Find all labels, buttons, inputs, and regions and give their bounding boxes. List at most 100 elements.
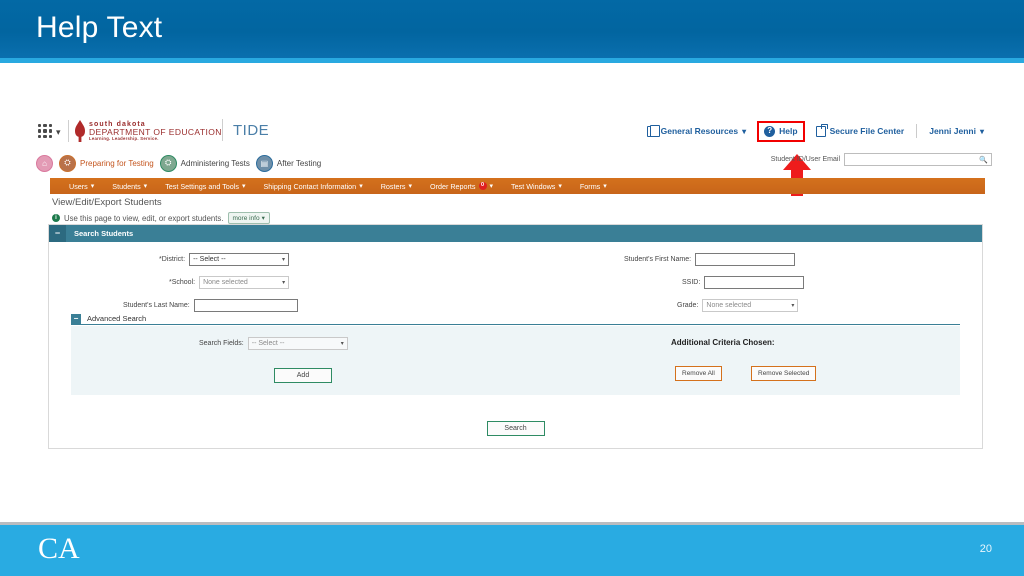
search-fields-select-value: -- Select -- [251,340,285,347]
field-search-fields: Search Fields: -- Select -- ▾ [199,337,348,350]
chevron-down-icon: ▾ [791,303,795,309]
field-grade-label: Grade: [677,302,699,309]
top-navigation: General Resources ▾ ? Help Secure File C… [639,120,992,142]
nav-user-menu[interactable]: Jenni Jenni ▾ [921,124,992,138]
menu-item-students-label: Students [112,181,141,191]
chevron-down-icon: ▾ [241,183,246,190]
student-lookup-input[interactable]: 🔍 [844,153,992,166]
last-name-input[interactable] [193,299,298,312]
menu-item-shipping-label: Shipping Contact Information [263,181,357,191]
page-title: Help Text [36,11,163,44]
more-info-button[interactable]: more info ▾ [227,212,270,224]
field-last-name: Student's Last Name: [123,299,298,312]
search-students-panel-title: Search Students [74,229,134,238]
search-button-row: Search [49,421,982,436]
field-first-name: Student's First Name: [624,253,796,266]
tasknav-after-testing-label: After Testing [276,158,322,168]
remove-selected-button[interactable]: Remove Selected [751,366,817,381]
advanced-search-body: Search Fields: -- Select -- ▾ Add Additi… [71,326,960,395]
menu-item-test-settings-label: Test Settings and Tools [165,181,239,191]
chevron-down-icon: ▾ [979,126,984,136]
chevron-down-icon: ▾ [90,183,95,190]
advanced-search-section: − Advanced Search Search Fields: -- Sele… [71,313,960,395]
help-circle-icon: ? [764,125,776,137]
district-select[interactable]: -- Select -- ▾ [189,253,290,266]
field-school: *School: None selected ▾ [169,276,290,289]
district-select-value: -- Select -- [193,256,226,263]
remove-all-button[interactable]: Remove All [675,366,722,381]
school-select[interactable]: None selected ▾ [199,276,290,289]
menu-item-users[interactable]: Users ▾ [60,182,103,191]
chevron-down-icon: ▾ [558,183,562,190]
menu-item-test-windows[interactable]: Test Windows ▾ [502,182,571,191]
add-button[interactable]: Add [274,368,332,383]
tasknav-administering-label: Administering Tests [180,158,250,168]
header-accent-rule [0,58,1024,63]
student-lookup-label: Student ID/User Email [770,156,840,163]
tasknav-administering-tests[interactable]: ⛭ Administering Tests [159,154,250,172]
secure-file-icon [815,123,828,137]
ca-logo: CA [38,532,80,565]
menu-item-order-reports[interactable]: Order Reports 0 ▾ [421,182,502,191]
nav-help-highlight: ? Help [757,120,805,142]
collapse-toggle-icon[interactable]: − [49,225,66,242]
divider [222,119,223,141]
grade-select[interactable]: None selected ▾ [702,299,799,312]
logo-line-tagline: Learning. Leadership. Service. [89,135,159,141]
nav-general-resources[interactable]: General Resources ▾ [639,124,755,139]
menu-item-users-label: Users [69,181,88,191]
slide-root: Help Text ▾ south dakota DEPARTMENT OF E… [0,0,1024,576]
after-testing-icon: ▤ [255,154,273,172]
tasknav-preparing-label: Preparing for Testing [80,158,154,168]
slide-page-number: 20 [979,543,992,555]
advanced-collapse-toggle-icon[interactable]: − [71,313,81,324]
menu-item-forms[interactable]: Forms ▾ [571,182,616,191]
chevron-down-icon: ▾ [359,183,363,190]
order-reports-badge: 0 [478,182,487,190]
tasknav-after-testing[interactable]: ▤ After Testing [255,154,322,172]
tasknav-home[interactable]: ⌂ [36,154,53,172]
field-ssid-label: SSID: [682,279,701,286]
more-info-label: more info [232,214,260,222]
field-first-name-label: Student's First Name: [624,256,692,263]
info-icon: i [52,214,60,222]
tide-application-screenshot: ▾ south dakota DEPARTMENT OF EDUCATION L… [30,112,992,462]
tasknav-preparing-for-testing[interactable]: ⛭ Preparing for Testing [59,154,154,172]
magnifier-icon: 🔍 [979,157,988,164]
app-top-bar: ▾ south dakota DEPARTMENT OF EDUCATION L… [30,112,992,150]
search-fields-select[interactable]: -- Select -- ▾ [247,337,348,350]
chevron-down-icon: ▾ [408,183,412,190]
administer-icon: ⛭ [159,154,177,172]
nav-secure-file-center-label: Secure File Center [829,126,905,136]
menu-item-test-settings-and-tools[interactable]: Test Settings and Tools ▾ [156,182,254,191]
content-page-title: View/Edit/Export Students [52,197,162,208]
menu-item-order-reports-label: Order Reports [429,181,476,191]
field-search-fields-label: Search Fields: [199,340,244,347]
nav-secure-file-center[interactable]: Secure File Center [808,123,913,139]
flame-icon [74,119,86,143]
menu-item-rosters-label: Rosters [380,181,406,191]
menu-item-students[interactable]: Students ▾ [103,182,156,191]
first-name-input[interactable] [695,253,796,266]
nav-general-resources-label: General Resources [660,126,739,136]
main-menu-bar: Users ▾ Students ▾ Test Settings and Too… [50,178,985,194]
chevron-down-icon: ▾ [489,183,494,190]
app-grid-icon[interactable] [38,124,52,138]
ssid-input[interactable] [704,276,805,289]
home-icon: ⌂ [36,154,53,172]
search-fields-top: *District: -- Select -- ▾ *School: None … [49,242,982,312]
document-icon [646,124,660,137]
chevron-down-icon[interactable]: ▾ [56,127,61,138]
school-select-value: None selected [203,279,248,286]
menu-item-rosters[interactable]: Rosters ▾ [372,182,421,191]
field-ssid: SSID: [682,276,805,289]
slide-footer: CA 20 [0,525,1024,576]
chevron-down-icon: ▾ [143,183,148,190]
additional-criteria-title: Additional Criteria Chosen: [671,338,775,347]
field-last-name-label: Student's Last Name: [123,302,190,309]
student-lookup: Student ID/User Email 🔍 [771,153,992,166]
nav-help[interactable]: ? Help [764,125,798,137]
search-button[interactable]: Search [486,421,545,436]
menu-item-shipping-contact-information[interactable]: Shipping Contact Information ▾ [254,182,371,191]
nav-user-label: Jenni Jenni [929,126,976,136]
